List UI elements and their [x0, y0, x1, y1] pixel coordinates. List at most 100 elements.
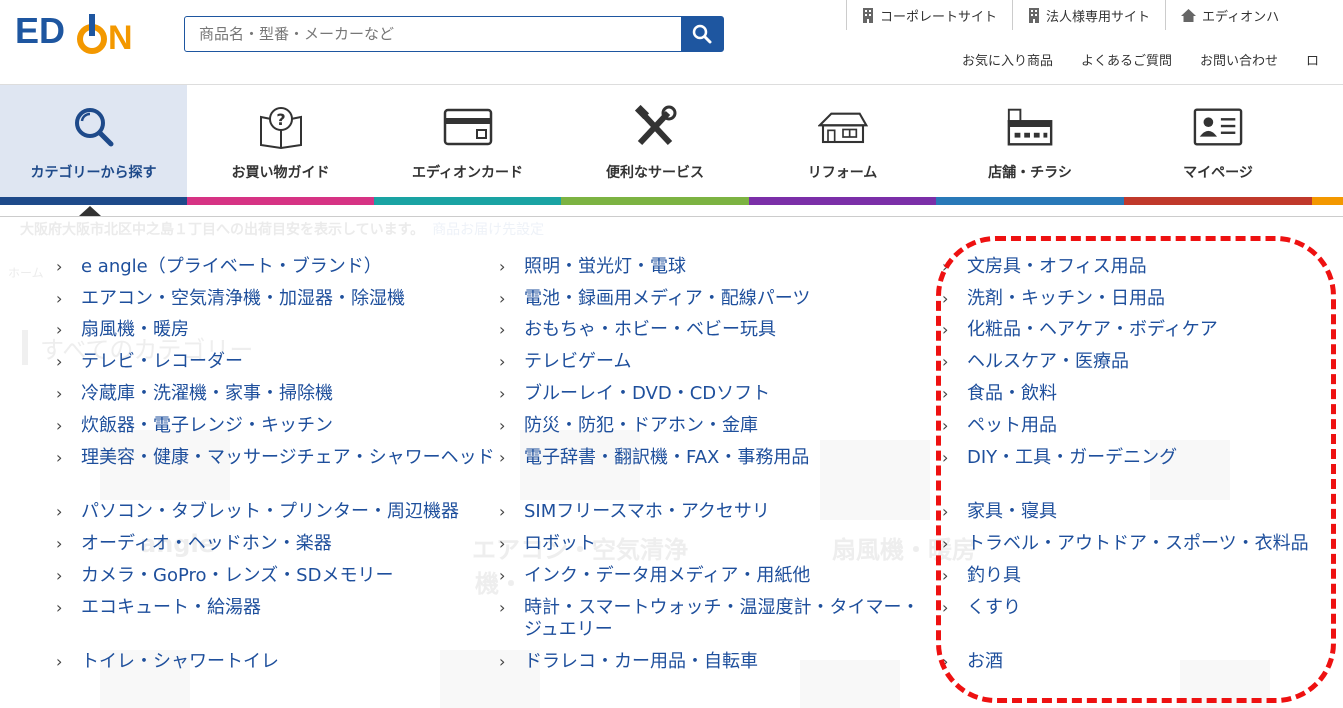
- category-link[interactable]: › おもちゃ・ホビー・ベビー玩具: [499, 319, 776, 341]
- chevron-right-icon: ›: [56, 502, 63, 521]
- nav-shopping-guide[interactable]: ? お買い物ガイド: [187, 85, 374, 205]
- category-link[interactable]: › 理美容・健康・マッサージチェア・シャワーヘッド: [56, 447, 497, 469]
- category-link[interactable]: › トイレ・シャワートイレ: [56, 651, 279, 673]
- nav-overflow: [1312, 85, 1343, 205]
- category-label: 時計・スマートウォッチ・温湿度計・タイマー・ジュエリー: [524, 597, 920, 640]
- category-link[interactable]: › 防災・防犯・ドアホン・金庫: [499, 415, 758, 437]
- category-label: 電池・録画用メディア・配線パーツ: [524, 288, 811, 309]
- guide-book-icon: ?: [256, 105, 306, 149]
- category-link[interactable]: › 照明・蛍光灯・電球: [499, 256, 686, 278]
- business-site-link[interactable]: 法人様専用サイト: [1012, 0, 1165, 30]
- svg-text:ED: ED: [15, 10, 65, 51]
- search-input[interactable]: [185, 17, 682, 51]
- contact-link[interactable]: お問い合わせ: [1200, 50, 1278, 69]
- edion-home-link[interactable]: エディオンハ: [1165, 0, 1294, 30]
- chevron-right-icon: ›: [499, 416, 506, 435]
- nav-color-bar: [187, 197, 374, 205]
- category-link[interactable]: › ドラレコ・カー用品・自転車: [499, 651, 758, 673]
- svg-text:?: ?: [276, 110, 285, 129]
- nav-color-bar: [561, 197, 749, 205]
- login-link[interactable]: ロ: [1306, 50, 1319, 69]
- nav-label: 便利なサービス: [606, 165, 704, 181]
- corporate-site-link[interactable]: コーポレートサイト: [846, 0, 1012, 30]
- category-link[interactable]: › e angle（プライベート・ブランド）: [56, 256, 382, 278]
- nav-color-bar: [936, 197, 1124, 205]
- category-label: カメラ・GoPro・レンズ・SDメモリー: [81, 565, 394, 586]
- chevron-right-icon: ›: [499, 257, 506, 276]
- breadcrumb: ホーム: [8, 266, 44, 280]
- delivery-location-text: 大阪府大阪市北区中之島１丁目への出荷目安を表示しています。 商品お届け先設定: [20, 219, 544, 239]
- house-icon: [817, 105, 868, 149]
- search-icon: [692, 24, 712, 44]
- category-label: おもちゃ・ホビー・ベビー玩具: [524, 319, 776, 340]
- chevron-right-icon: ›: [499, 598, 506, 617]
- nav-label: 店舗・チラシ: [988, 165, 1072, 181]
- chevron-right-icon: ›: [56, 320, 63, 339]
- category-link[interactable]: › エコキュート・給湯器: [56, 597, 261, 619]
- chevron-right-icon: ›: [499, 448, 506, 467]
- nav-reform[interactable]: リフォーム: [749, 85, 936, 205]
- chevron-right-icon: ›: [499, 289, 506, 308]
- nav-services[interactable]: 便利なサービス: [561, 85, 749, 205]
- category-link[interactable]: › ブルーレイ・DVD・CDソフト: [499, 383, 771, 405]
- store-icon: [1005, 105, 1055, 149]
- category-label: 扇風機・暖房: [81, 319, 189, 340]
- category-link[interactable]: › オーディオ・ヘッドホン・楽器: [56, 533, 332, 555]
- category-link[interactable]: › エアコン・空気清浄機・加湿器・除湿機: [56, 288, 405, 310]
- chevron-right-icon: ›: [499, 652, 506, 671]
- chevron-right-icon: ›: [499, 534, 506, 553]
- category-link[interactable]: › SIMフリースマホ・アクセサリ: [499, 501, 770, 523]
- nav-color-bar: [1312, 197, 1343, 205]
- category-link[interactable]: › 扇風機・暖房: [56, 319, 189, 341]
- category-label: SIMフリースマホ・アクセサリ: [524, 501, 770, 522]
- nav-divider: [0, 216, 1343, 217]
- category-link[interactable]: › 電子辞書・翻訳機・FAX・事務用品: [499, 447, 810, 469]
- favorites-link[interactable]: お気に入り商品: [962, 50, 1053, 69]
- category-label: テレビ・レコーダー: [81, 351, 243, 372]
- category-label: トイレ・シャワートイレ: [81, 651, 279, 672]
- chevron-right-icon: ›: [56, 352, 63, 371]
- chevron-right-icon: ›: [499, 566, 506, 585]
- active-nav-pointer: [79, 206, 101, 216]
- svg-text:N: N: [108, 19, 133, 54]
- chevron-right-icon: ›: [56, 257, 63, 276]
- category-label: 冷蔵庫・洗濯機・家事・掃除機: [81, 383, 333, 404]
- utility-links: お気に入り商品 よくあるご質問 お問い合わせ ロ: [962, 50, 1343, 69]
- category-link[interactable]: › ロボット: [499, 533, 596, 555]
- bg-product-image: [800, 660, 900, 708]
- category-label: 電子辞書・翻訳機・FAX・事務用品: [524, 447, 810, 468]
- nav-color-bar: [1124, 197, 1312, 205]
- search-button[interactable]: [681, 17, 723, 51]
- highlight-annotation: [936, 236, 1336, 703]
- category-link[interactable]: › 時計・スマートウォッチ・温湿度計・タイマー・ジュエリー: [499, 597, 936, 641]
- top-link-label: 法人様専用サイト: [1046, 9, 1151, 25]
- nav-color-bar: [749, 197, 936, 205]
- category-label: オーディオ・ヘッドホン・楽器: [81, 533, 332, 554]
- category-link[interactable]: › 冷蔵庫・洗濯機・家事・掃除機: [56, 383, 333, 405]
- nav-color-bar: [0, 197, 187, 205]
- category-link[interactable]: › インク・データ用メディア・用紙他: [499, 565, 810, 587]
- nav-mypage[interactable]: マイページ: [1124, 85, 1312, 205]
- chevron-right-icon: ›: [499, 384, 506, 403]
- nav-stores-flyers[interactable]: 店舗・チラシ: [936, 85, 1124, 205]
- category-link[interactable]: › カメラ・GoPro・レンズ・SDメモリー: [56, 565, 394, 587]
- category-label: 炊飯器・電子レンジ・キッチン: [81, 415, 333, 436]
- top-link-label: エディオンハ: [1202, 9, 1280, 25]
- nav-category-search[interactable]: カテゴリーから探す: [0, 85, 187, 205]
- category-link[interactable]: › パソコン・タブレット・プリンター・周辺機器: [56, 501, 459, 523]
- bg-product-image: [820, 440, 930, 520]
- chevron-right-icon: ›: [56, 598, 63, 617]
- search-box: [184, 16, 724, 52]
- faq-link[interactable]: よくあるご質問: [1081, 50, 1172, 69]
- nav-label: リフォーム: [807, 165, 878, 181]
- nav-edion-card[interactable]: エディオンカード: [374, 85, 561, 205]
- edion-logo[interactable]: ED N: [15, 9, 150, 54]
- category-label: ブルーレイ・DVD・CDソフト: [524, 383, 771, 404]
- chevron-right-icon: ›: [56, 448, 63, 467]
- tools-icon: [630, 105, 680, 149]
- category-link[interactable]: › テレビ・レコーダー: [56, 351, 243, 373]
- category-link[interactable]: › 電池・録画用メディア・配線パーツ: [499, 288, 811, 310]
- category-link[interactable]: › 炊飯器・電子レンジ・キッチン: [56, 415, 333, 437]
- category-link[interactable]: › テレビゲーム: [499, 351, 631, 373]
- card-icon: [443, 105, 493, 149]
